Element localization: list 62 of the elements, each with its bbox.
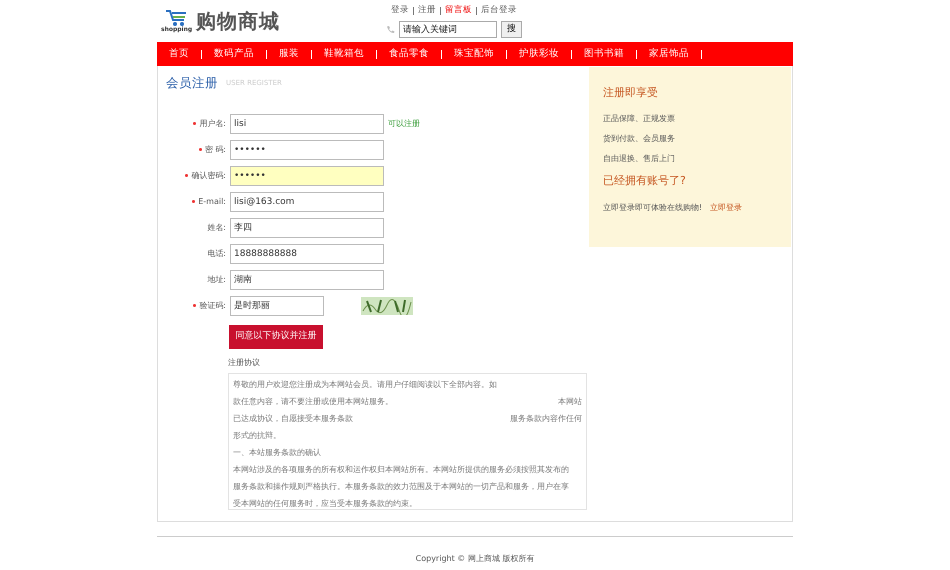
field-label: 确认密码: <box>158 170 226 182</box>
input-field[interactable]: 李四 <box>230 218 384 238</box>
availability-hint: 可以注册 <box>388 118 420 130</box>
nav-link[interactable]: 数码产品 <box>202 46 266 62</box>
agreement-text: 一、本站服务条款的确认 <box>233 446 321 459</box>
input-field[interactable]: lisi@163.com <box>230 192 384 212</box>
nav-link[interactable]: 珠宝配饰 <box>442 46 506 62</box>
nav-link[interactable]: 鞋靴箱包 <box>312 46 376 62</box>
search-field[interactable]: 请输入关键词 <box>399 20 498 38</box>
header-link[interactable]: 注册 <box>418 4 436 17</box>
agreement-text: 服务条款和操作规则严格执行。本服务条款的效力范围及于本网站的一切产品和服务，用户在享 <box>233 480 569 493</box>
header-link[interactable]: 登录 <box>391 4 410 17</box>
nav-link[interactable]: 首页 <box>157 46 201 62</box>
nav-link[interactable]: 图书书籍 <box>572 46 636 62</box>
benefit-text: 自由退换、售后上门 <box>603 153 676 166</box>
phone-icon <box>386 24 396 34</box>
input-field[interactable]: 18888888888 <box>230 244 384 264</box>
required-icon <box>185 174 188 178</box>
required-icon <box>193 122 196 126</box>
page-title: 会员注册 <box>166 74 218 92</box>
field-label: 姓名: <box>206 222 226 234</box>
header-link[interactable]: 留言板 <box>445 4 472 17</box>
input-field[interactable]: lisi <box>230 114 384 134</box>
benefit-text: 正品保障、正规发票 <box>603 113 676 126</box>
input-field[interactable]: •••••• <box>230 166 384 186</box>
field-label: 用户名: <box>158 118 226 130</box>
agreement-text: 本网站涉及的各项服务的所有权和运作权归本网站所有。本网站所提供的服务必须按照其发布的 <box>233 464 569 476</box>
field-label: 验证码: <box>158 300 226 312</box>
login-link[interactable]: 立即登录 <box>710 202 742 214</box>
header-link[interactable]: 后台登录 <box>481 4 518 17</box>
login-prompt: 立即登录即可体验在线购物! <box>603 202 702 214</box>
copyright-text: Copyright © 网上商城 版权所有 <box>416 553 534 565</box>
nav-link[interactable]: 家居饰品 <box>637 46 701 62</box>
benefit-text: 货到付款、会员服务 <box>603 133 676 146</box>
field-label: 电话: <box>206 248 226 260</box>
field-label: E-mail: <box>158 196 226 208</box>
register-button[interactable]: 同意以下协议并注册 <box>229 324 323 349</box>
field-label: 地址: <box>206 274 226 286</box>
panel-heading: 注册即享受 <box>603 84 659 101</box>
agreement-text: 受本网站的任何服务时，应当受本服务条款的约束。 <box>233 498 417 509</box>
captcha-field[interactable]: 是时那丽 <box>230 296 324 316</box>
agreement-text: 尊敬的用户欢迎您注册成为本网站会员。请用户仔细阅读以下全部内容。如 <box>233 378 497 391</box>
agreement-text: 已达成协议，自愿接受本服务条款 <box>233 412 353 425</box>
agreement-title: 注册协议 <box>228 356 261 369</box>
agreement-text: 款任意内容，请不要注册或使用本网站服务。 <box>233 396 393 408</box>
input-field[interactable]: 湖南 <box>230 270 384 290</box>
agreement-text: 服务条款内容作任何 <box>510 412 582 425</box>
logo-title: 购物商城 <box>196 8 280 35</box>
required-icon <box>193 304 196 308</box>
nav-link[interactable]: 护肤彩妆 <box>507 46 571 62</box>
captcha-image[interactable] <box>361 296 413 315</box>
field-label: 密 码: <box>158 144 226 156</box>
nav-link[interactable]: 服装 <box>267 46 311 62</box>
cart-icon <box>164 9 189 27</box>
agreement-text: 形式的抗辩。 <box>233 430 281 442</box>
agreement-text: 本网站 <box>558 396 582 408</box>
search-button[interactable]: 搜 <box>501 20 522 38</box>
input-field[interactable]: •••••• <box>230 140 384 160</box>
nav-link[interactable]: 食品零食 <box>377 46 441 62</box>
required-icon <box>192 200 196 204</box>
required-icon <box>198 148 202 152</box>
panel-heading: 已经拥有账号了? <box>603 173 687 190</box>
